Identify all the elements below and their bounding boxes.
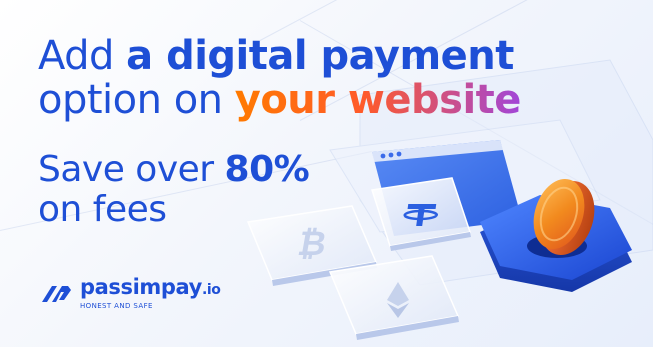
logo-name: passimpay — [80, 275, 202, 299]
headline-gradient-text: your website — [234, 77, 522, 123]
logo-wordmark: passimpay.io — [80, 275, 221, 301]
passimpay-logo[interactable]: passimpay.io HONEST AND SAFE — [38, 275, 221, 310]
subheadline-line-1: Save over 80% — [38, 149, 310, 190]
headline-regular-text: option on — [38, 77, 235, 123]
promo-banner: ₿ Add a digital payment option on your w… — [0, 0, 653, 347]
subheadline-line-2: on fees — [38, 189, 167, 230]
headline: Add a digital payment option on your web… — [38, 34, 521, 122]
headline-line-1: Add a digital payment — [38, 34, 521, 78]
subheadline-regular-text: Save over — [38, 149, 225, 190]
logo-tagline: HONEST AND SAFE — [80, 302, 153, 310]
headline-line-2: option on your website — [38, 78, 521, 122]
savings-percentage: 80% — [224, 149, 310, 190]
headline-bold-text: a digital payment — [126, 33, 514, 79]
headline-regular-text: Add — [38, 33, 127, 79]
passimpay-logo-icon — [42, 286, 71, 302]
logo-tld: .io — [201, 282, 221, 298]
subheadline: Save over 80% on fees — [38, 149, 310, 230]
